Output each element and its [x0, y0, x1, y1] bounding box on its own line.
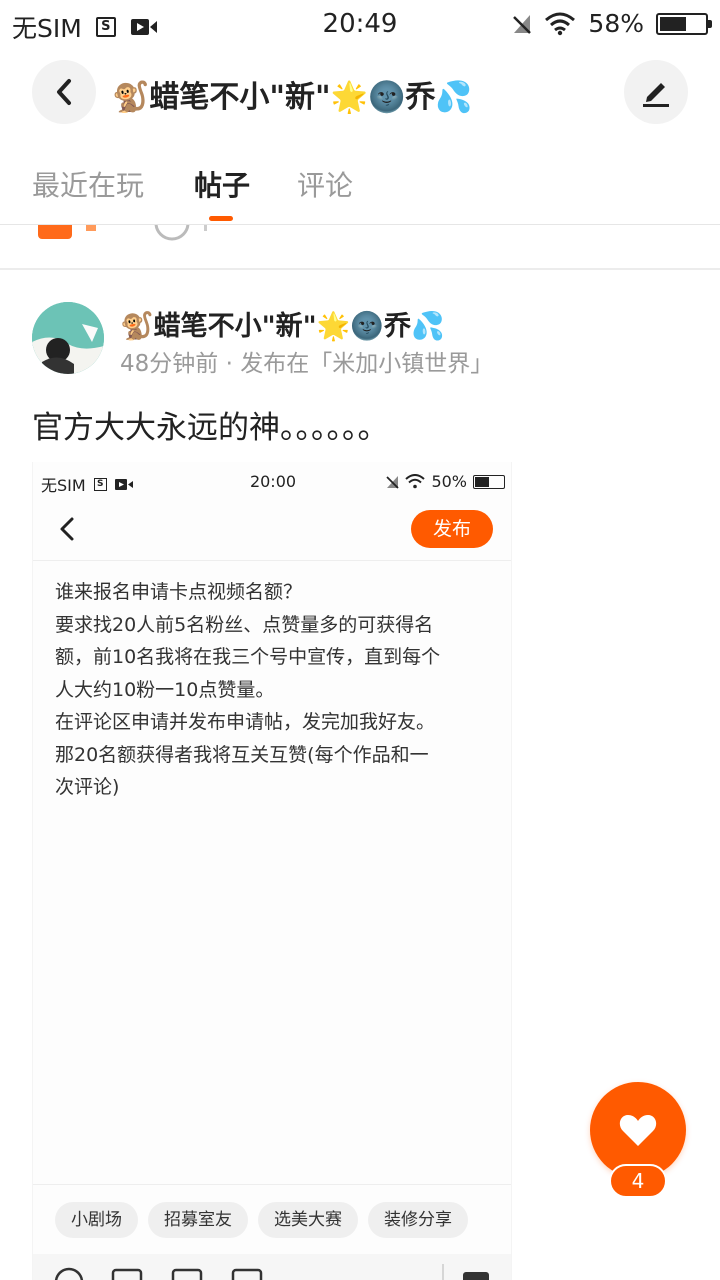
- image-toolbar: [33, 1254, 511, 1280]
- image-status-bar: 无SIM S 20:00 50%: [33, 462, 511, 502]
- active-tab-indicator: [209, 216, 233, 221]
- tab-comments[interactable]: 评论: [297, 164, 353, 204]
- previous-post-actions: [0, 225, 720, 269]
- image-body-line: 谁来报名申请卡点视频名额？: [55, 581, 303, 603]
- header: 🐒蜡笔不小"新"🌟🌚乔💦: [0, 58, 720, 128]
- image-topic-chip: 招募室友: [148, 1202, 248, 1238]
- page-title: 🐒蜡笔不小"新"🌟🌚乔💦: [112, 80, 473, 115]
- image-topic-chip: 小剧场: [55, 1202, 138, 1238]
- post-image[interactable]: 无SIM S 20:00 50% 发布 谁来报名申请卡点视频名额？ 要求找20人…: [32, 462, 512, 1280]
- post-meta: 48分钟前 · 发布在「米加小镇世界」: [120, 351, 494, 377]
- author-name[interactable]: 🐒蜡笔不小"新"🌟🌚乔💦: [120, 304, 445, 343]
- pen-icon: [643, 83, 669, 107]
- image-topic-chip: 选美大赛: [258, 1202, 358, 1238]
- image-divider: [33, 560, 511, 561]
- image-body-line: 额，前10名我将在我三个号中宣传，直到每个: [55, 646, 441, 668]
- back-button[interactable]: [32, 60, 96, 124]
- image-no-signal-icon: [386, 475, 400, 489]
- tab-recent-played[interactable]: 最近在玩: [32, 164, 144, 204]
- image-body-line: 次评论): [55, 776, 120, 798]
- like-count-badge: 4: [609, 1164, 667, 1198]
- tab-bar: 最近在玩 帖子 评论: [0, 150, 720, 222]
- image-back-icon: [60, 517, 74, 541]
- post-divider: [0, 268, 720, 270]
- heart-icon: [619, 1115, 657, 1146]
- no-signal-icon: [513, 14, 532, 34]
- post-text: 官方大大永远的神。。。。。。: [32, 410, 389, 446]
- battery-icon: [656, 12, 712, 35]
- author-avatar[interactable]: [32, 302, 104, 374]
- image-battery-percent: 50%: [431, 472, 467, 491]
- image-divider: [33, 1184, 511, 1185]
- image-body-line: 人大约10粉一10点赞量。: [55, 678, 275, 701]
- chevron-left-icon: [57, 79, 71, 105]
- image-body-line: 要求找20人前5名粉丝、点赞量多的可获得名: [55, 613, 434, 636]
- status-bar: 无SIM S 20:49 58%: [0, 0, 720, 50]
- edit-button[interactable]: [624, 60, 688, 124]
- image-body-text: 谁来报名申请卡点视频名额？ 要求找20人前5名粉丝、点赞量多的可获得名 额，前1…: [55, 576, 495, 804]
- tab-posts[interactable]: 帖子: [194, 164, 250, 204]
- image-body-line: 那20名额获得者我将互关互赞(每个作品和一: [55, 743, 429, 766]
- image-body-line: 在评论区申请并发布申请帖，发完加我好友。: [55, 711, 436, 733]
- wifi-icon: [545, 12, 576, 35]
- image-topic-chip: 装修分享: [368, 1202, 468, 1238]
- image-wifi-icon: [405, 474, 426, 489]
- image-battery-icon: [473, 474, 505, 489]
- image-publish-button: 发布: [411, 510, 493, 548]
- battery-percent: 58%: [588, 9, 644, 38]
- image-topic-chips: 小剧场 招募室友 选美大赛 装修分享: [55, 1202, 468, 1238]
